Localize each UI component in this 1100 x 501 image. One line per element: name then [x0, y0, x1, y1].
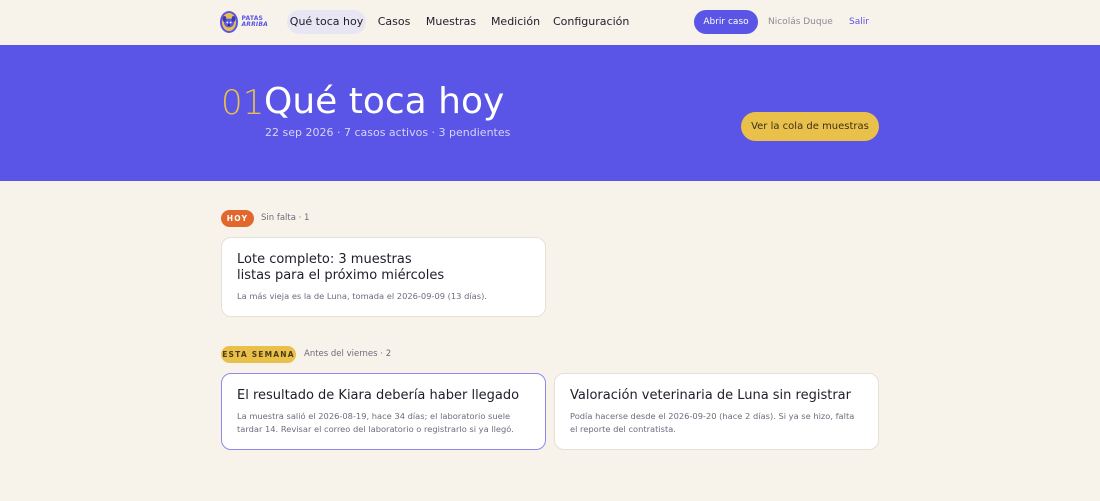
brand-wordmark: PATAS ARRIBA — [241, 16, 268, 28]
logout-link[interactable]: Salir — [849, 10, 869, 34]
group-meta-this-week: Antes del viernes · 2 — [304, 349, 392, 359]
group-meta-today: Sin falta · 1 — [261, 213, 310, 223]
task-card-title-line-2: listas para el próximo miércoles — [237, 268, 445, 283]
page-title: Qué toca hoy — [264, 81, 505, 122]
brand-logo[interactable]: PATAS ARRIBA — [220, 9, 268, 35]
nav-item-muestras[interactable]: Muestras — [424, 10, 478, 34]
page-subtitle: 22 sep 2026 · 7 casos activos · 3 pendie… — [265, 126, 511, 139]
hero-banner: 01 Qué toca hoy 22 sep 2026 · 7 casos ac… — [0, 45, 1100, 181]
task-card[interactable]: Lote completo: 3 muestras listas para el… — [221, 237, 546, 317]
task-card-description: La más vieja es la de Luna, tomada el 20… — [237, 291, 487, 301]
nav-item-que-toca-hoy[interactable]: Qué toca hoy — [287, 10, 366, 34]
nav-item-configuracion[interactable]: Configuración — [553, 10, 629, 34]
group-tag-today: HOY — [221, 210, 254, 227]
section-number: 01 — [221, 83, 265, 123]
nav-item-casos[interactable]: Casos — [374, 10, 414, 34]
user-name: Nicolás Duque — [768, 17, 833, 27]
task-card-title-line-1: Lote completo: 3 muestras — [237, 252, 412, 267]
group-tag-this-week: ESTA SEMANA — [221, 346, 296, 363]
task-card-title: Lote completo: 3 muestras listas para el… — [237, 252, 530, 284]
task-card-title: Valoración veterinaria de Luna sin regis… — [570, 388, 851, 403]
open-case-button[interactable]: Abrir caso — [694, 10, 758, 34]
brand-line-2: ARRIBA — [241, 21, 268, 28]
task-card-description: La muestra salió el 2026-08-19, hace 34 … — [237, 411, 514, 434]
task-card[interactable]: Valoración veterinaria de Luna sin regis… — [554, 373, 879, 450]
sample-queue-button[interactable]: Ver la cola de muestras — [741, 112, 879, 141]
nav-item-medicion[interactable]: Medición — [489, 10, 542, 34]
dog-face-icon — [220, 11, 239, 33]
task-card[interactable]: El resultado de Kiara debería haber lleg… — [221, 373, 546, 450]
top-navigation: PATAS ARRIBA Qué toca hoy Casos Muestras… — [0, 0, 1100, 45]
task-card-title: El resultado de Kiara debería haber lleg… — [237, 388, 520, 403]
task-card-description: Podía hacerse desde el 2026-09-20 (hace … — [570, 411, 855, 434]
